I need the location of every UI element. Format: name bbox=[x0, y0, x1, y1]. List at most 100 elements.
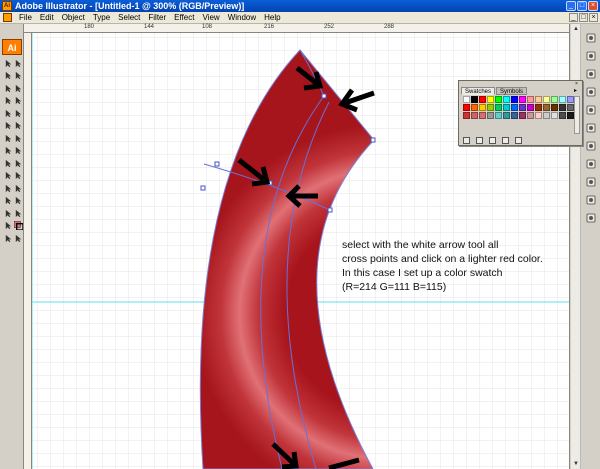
anchor-point[interactable] bbox=[321, 93, 327, 99]
tab-swatches[interactable]: Swatches bbox=[461, 87, 496, 95]
delete-swatch-button[interactable] bbox=[515, 137, 522, 144]
new-swatch-button[interactable] bbox=[502, 137, 509, 144]
stroke-panel-icon[interactable] bbox=[585, 122, 597, 134]
color-swatch[interactable] bbox=[551, 104, 558, 111]
eraser-tool-icon[interactable] bbox=[13, 121, 23, 131]
swatch-options-button[interactable] bbox=[476, 137, 483, 144]
color-swatch[interactable] bbox=[471, 96, 478, 103]
column-graph-tool-icon[interactable] bbox=[13, 158, 23, 168]
menu-help[interactable]: Help bbox=[260, 13, 284, 22]
doc-minimize-button[interactable]: _ bbox=[569, 13, 578, 22]
panel-close-icon[interactable]: × bbox=[575, 82, 580, 87]
color-swatch[interactable] bbox=[559, 112, 566, 119]
zoom-tool-icon[interactable] bbox=[3, 221, 13, 231]
transparency-panel-icon[interactable] bbox=[585, 158, 597, 170]
color-swatch[interactable] bbox=[471, 112, 478, 119]
menu-file[interactable]: File bbox=[15, 13, 36, 22]
color-swatch[interactable] bbox=[503, 112, 510, 119]
document-icon[interactable] bbox=[3, 13, 12, 22]
symbols-panel-icon[interactable] bbox=[585, 104, 597, 116]
panel-menu-icon[interactable]: ▸ bbox=[574, 88, 580, 94]
color-guide-icon[interactable] bbox=[585, 50, 597, 62]
doc-close-button[interactable]: × bbox=[589, 13, 598, 22]
color-swatch[interactable] bbox=[479, 112, 486, 119]
color-swatch[interactable] bbox=[551, 96, 558, 103]
layers-panel-icon[interactable] bbox=[585, 212, 597, 224]
menu-window[interactable]: Window bbox=[224, 13, 260, 22]
color-swatch[interactable] bbox=[535, 104, 542, 111]
fill-stroke-swatch-icon[interactable] bbox=[13, 221, 23, 231]
color-swatch[interactable] bbox=[511, 112, 518, 119]
color-swatch[interactable] bbox=[567, 104, 574, 111]
show-swatch-kinds-button[interactable] bbox=[463, 137, 470, 144]
color-swatch[interactable] bbox=[503, 96, 510, 103]
screen-mode-button-icon[interactable] bbox=[13, 233, 23, 243]
blend-tool-icon[interactable] bbox=[13, 183, 23, 193]
gradient-panel-icon[interactable] bbox=[585, 140, 597, 152]
color-swatch[interactable] bbox=[559, 96, 566, 103]
pencil-tool-icon[interactable] bbox=[13, 108, 23, 118]
color-swatch[interactable] bbox=[487, 112, 494, 119]
color-swatch[interactable] bbox=[471, 104, 478, 111]
color-swatch[interactable] bbox=[479, 104, 486, 111]
new-color-group-button[interactable] bbox=[489, 137, 496, 144]
color-swatch[interactable] bbox=[503, 104, 510, 111]
paintbrush-tool-icon[interactable] bbox=[3, 108, 13, 118]
color-swatch[interactable] bbox=[527, 112, 534, 119]
eyedropper-tool-icon[interactable] bbox=[3, 183, 13, 193]
color-panel-icon[interactable] bbox=[585, 32, 597, 44]
minimize-button[interactable]: _ bbox=[566, 1, 576, 11]
color-swatch[interactable] bbox=[511, 104, 518, 111]
warp-tool-icon[interactable] bbox=[3, 146, 13, 156]
color-swatch[interactable] bbox=[463, 96, 470, 103]
menu-effect[interactable]: Effect bbox=[170, 13, 198, 22]
pen-tool-icon[interactable] bbox=[3, 83, 13, 93]
color-swatch[interactable] bbox=[543, 104, 550, 111]
menu-edit[interactable]: Edit bbox=[36, 13, 58, 22]
color-swatch[interactable] bbox=[527, 96, 534, 103]
color-swatch[interactable] bbox=[487, 104, 494, 111]
vertical-ruler[interactable] bbox=[24, 33, 32, 469]
color-swatch[interactable] bbox=[479, 96, 486, 103]
blob-brush-tool-icon[interactable] bbox=[3, 121, 13, 131]
color-mode-buttons-icon[interactable] bbox=[3, 233, 13, 243]
scroll-up-arrow[interactable]: ▲ bbox=[572, 25, 580, 33]
menu-object[interactable]: Object bbox=[58, 13, 89, 22]
scale-tool-icon[interactable] bbox=[13, 133, 23, 143]
hand-tool-icon[interactable] bbox=[13, 208, 23, 218]
selection-tool-icon[interactable] bbox=[3, 58, 13, 68]
graphic-styles-icon[interactable] bbox=[585, 194, 597, 206]
live-paint-tool-icon[interactable] bbox=[3, 196, 13, 206]
anchor-point[interactable] bbox=[327, 207, 333, 213]
color-swatch[interactable] bbox=[463, 112, 470, 119]
free-transform-tool-icon[interactable] bbox=[13, 146, 23, 156]
color-swatch[interactable] bbox=[543, 96, 550, 103]
color-swatch[interactable] bbox=[511, 96, 518, 103]
color-swatch[interactable] bbox=[519, 96, 526, 103]
anchor-point[interactable] bbox=[200, 185, 206, 191]
scroll-down-arrow[interactable]: ▼ bbox=[572, 460, 580, 468]
rotate-tool-icon[interactable] bbox=[3, 133, 13, 143]
brushes-panel-icon[interactable] bbox=[585, 86, 597, 98]
color-swatch[interactable] bbox=[559, 104, 566, 111]
color-swatch[interactable] bbox=[519, 104, 526, 111]
magic-wand-tool-icon[interactable] bbox=[3, 71, 13, 81]
lasso-tool-icon[interactable] bbox=[13, 71, 23, 81]
color-swatch[interactable] bbox=[495, 112, 502, 119]
slice-tool-icon[interactable] bbox=[13, 196, 23, 206]
menu-select[interactable]: Select bbox=[114, 13, 144, 22]
menu-filter[interactable]: Filter bbox=[144, 13, 170, 22]
line-tool-icon[interactable] bbox=[3, 96, 13, 106]
color-swatch[interactable] bbox=[463, 104, 470, 111]
color-swatch[interactable] bbox=[495, 96, 502, 103]
gradient-tool-icon[interactable] bbox=[13, 171, 23, 181]
panel-scrollbar[interactable] bbox=[574, 96, 580, 134]
close-button[interactable]: × bbox=[588, 1, 598, 11]
anchor-point[interactable] bbox=[370, 137, 376, 143]
tab-symbols[interactable]: Symbols bbox=[496, 87, 528, 95]
symbol-sprayer-tool-icon[interactable] bbox=[3, 158, 13, 168]
anchor-point[interactable] bbox=[214, 161, 220, 167]
scissors-tool-icon[interactable] bbox=[3, 208, 13, 218]
color-swatch[interactable] bbox=[495, 104, 502, 111]
color-swatch[interactable] bbox=[567, 96, 574, 103]
